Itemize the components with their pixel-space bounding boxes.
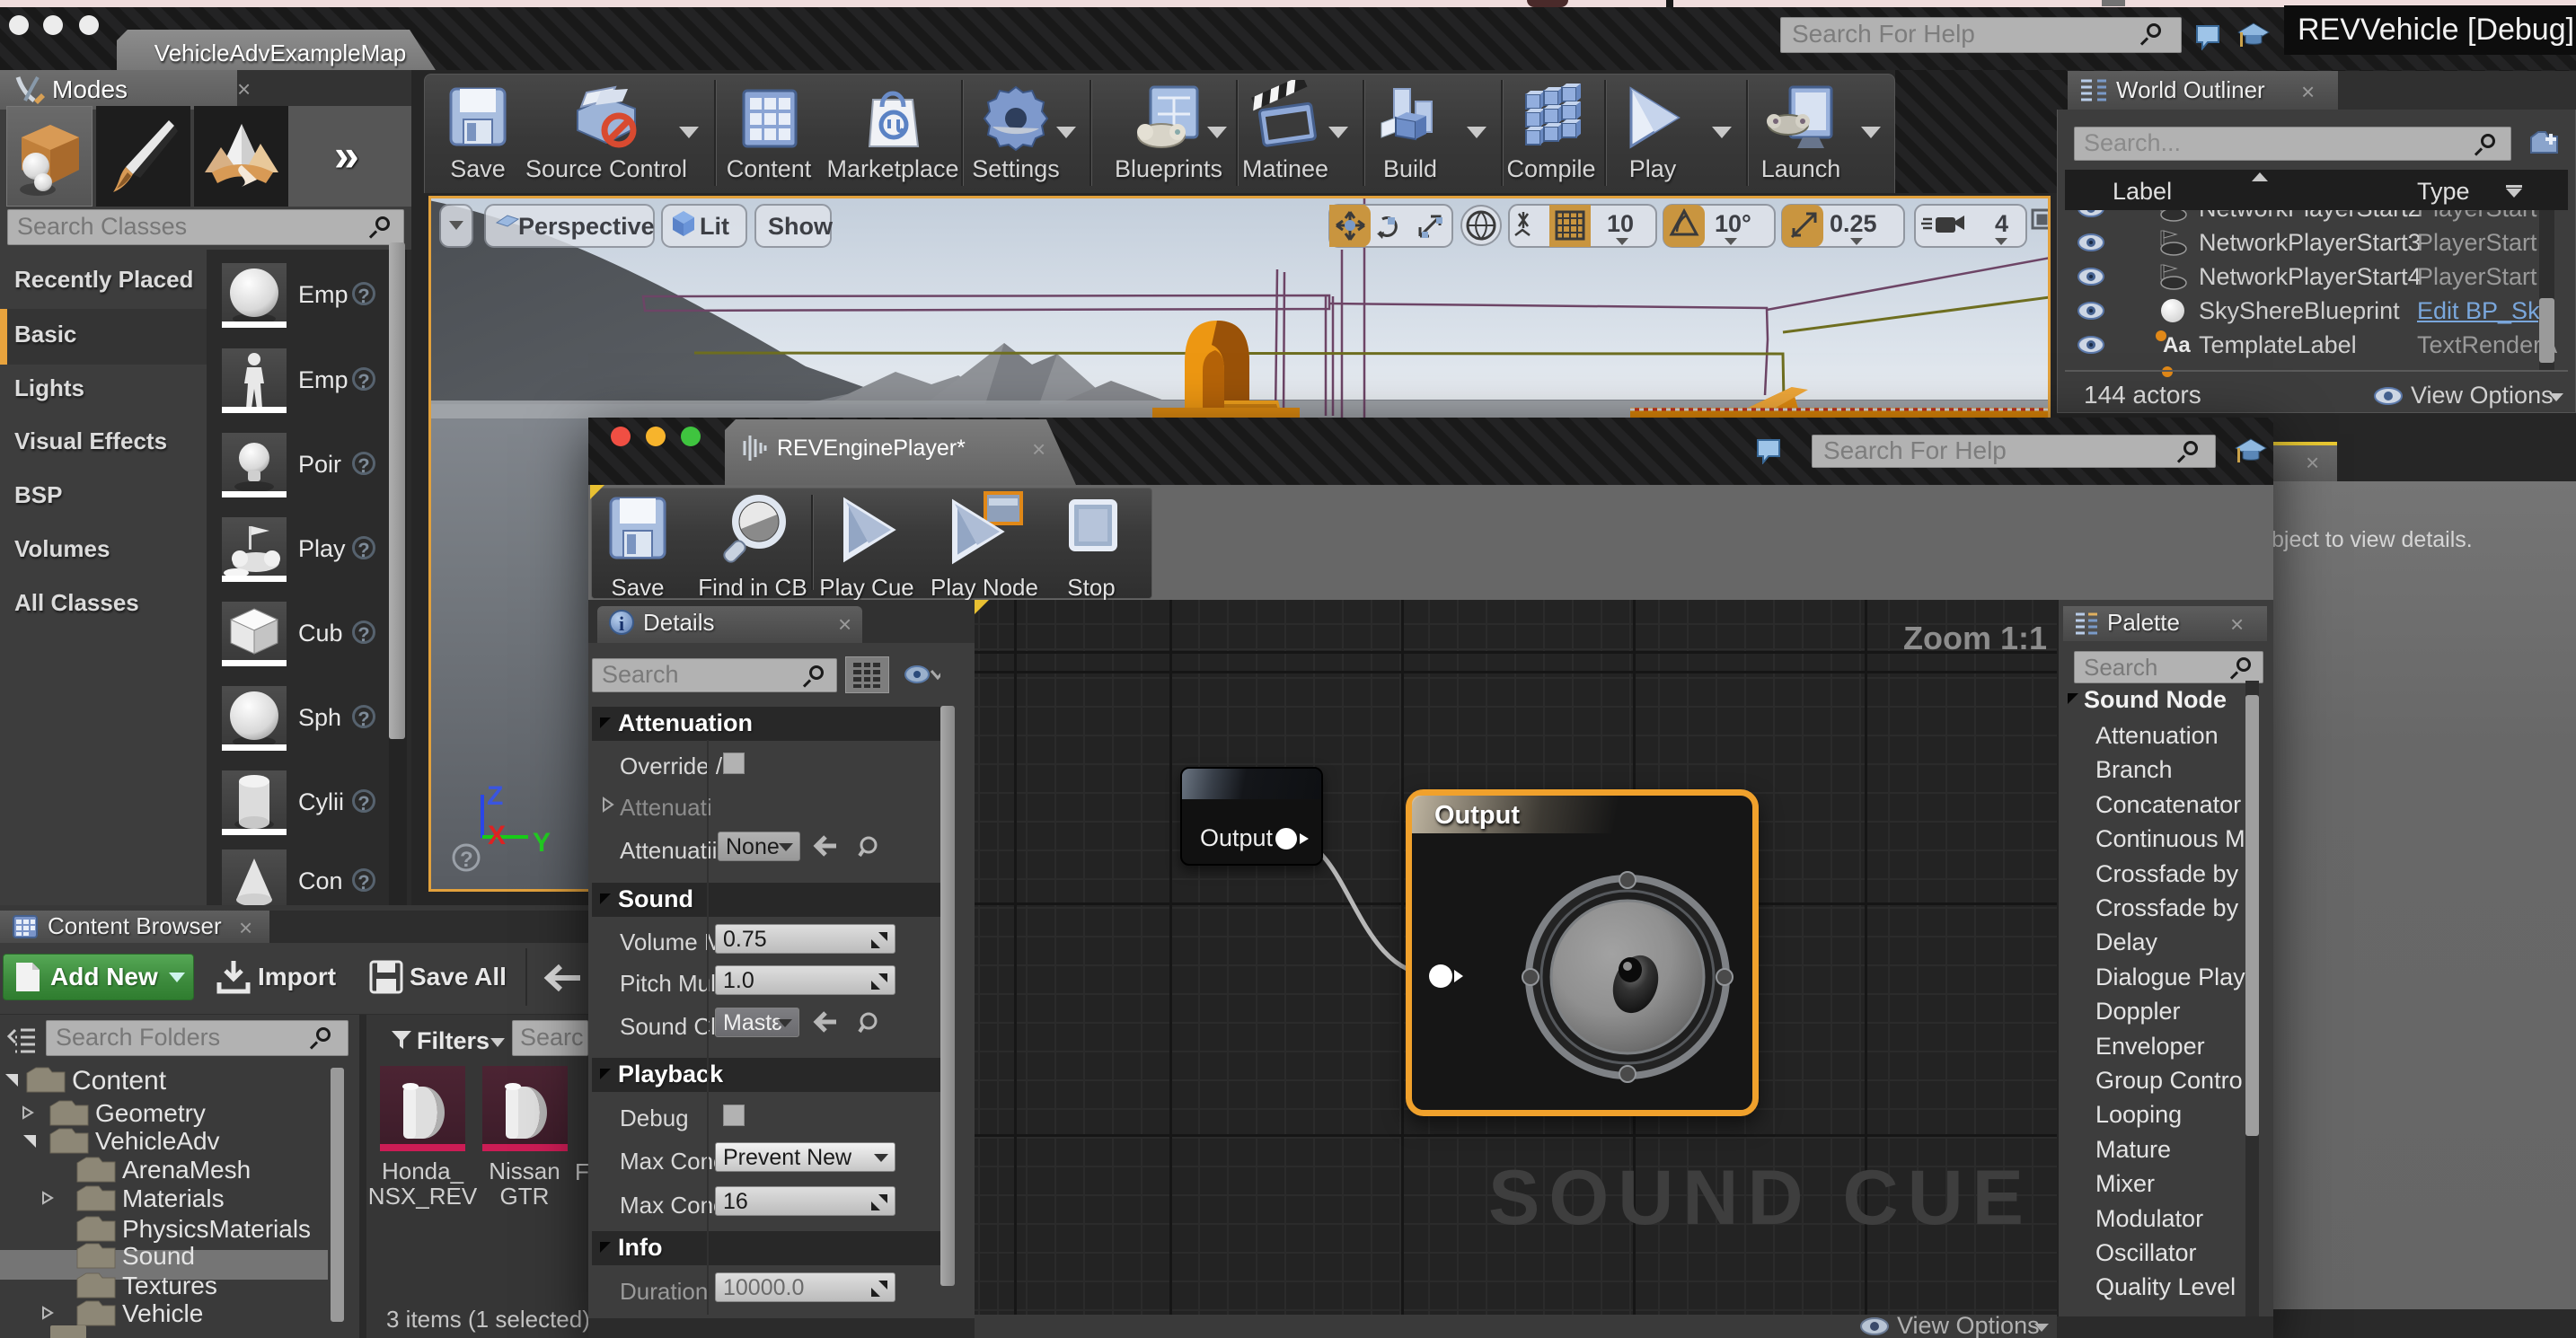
svg-text:4: 4 [1995,210,2008,237]
svg-text:10°: 10° [1715,210,1751,237]
svg-text:X: X [488,821,506,850]
svg-text:Z: Z [487,781,503,811]
svg-text:Perspective: Perspective [518,213,655,240]
svg-text:Show: Show [768,213,834,240]
svg-text:?: ? [460,848,473,872]
svg-text:Lit: Lit [700,213,729,240]
svg-text:10: 10 [1607,210,1634,237]
svg-text:0.25: 0.25 [1830,210,1877,237]
svg-text:Y: Y [533,828,551,858]
